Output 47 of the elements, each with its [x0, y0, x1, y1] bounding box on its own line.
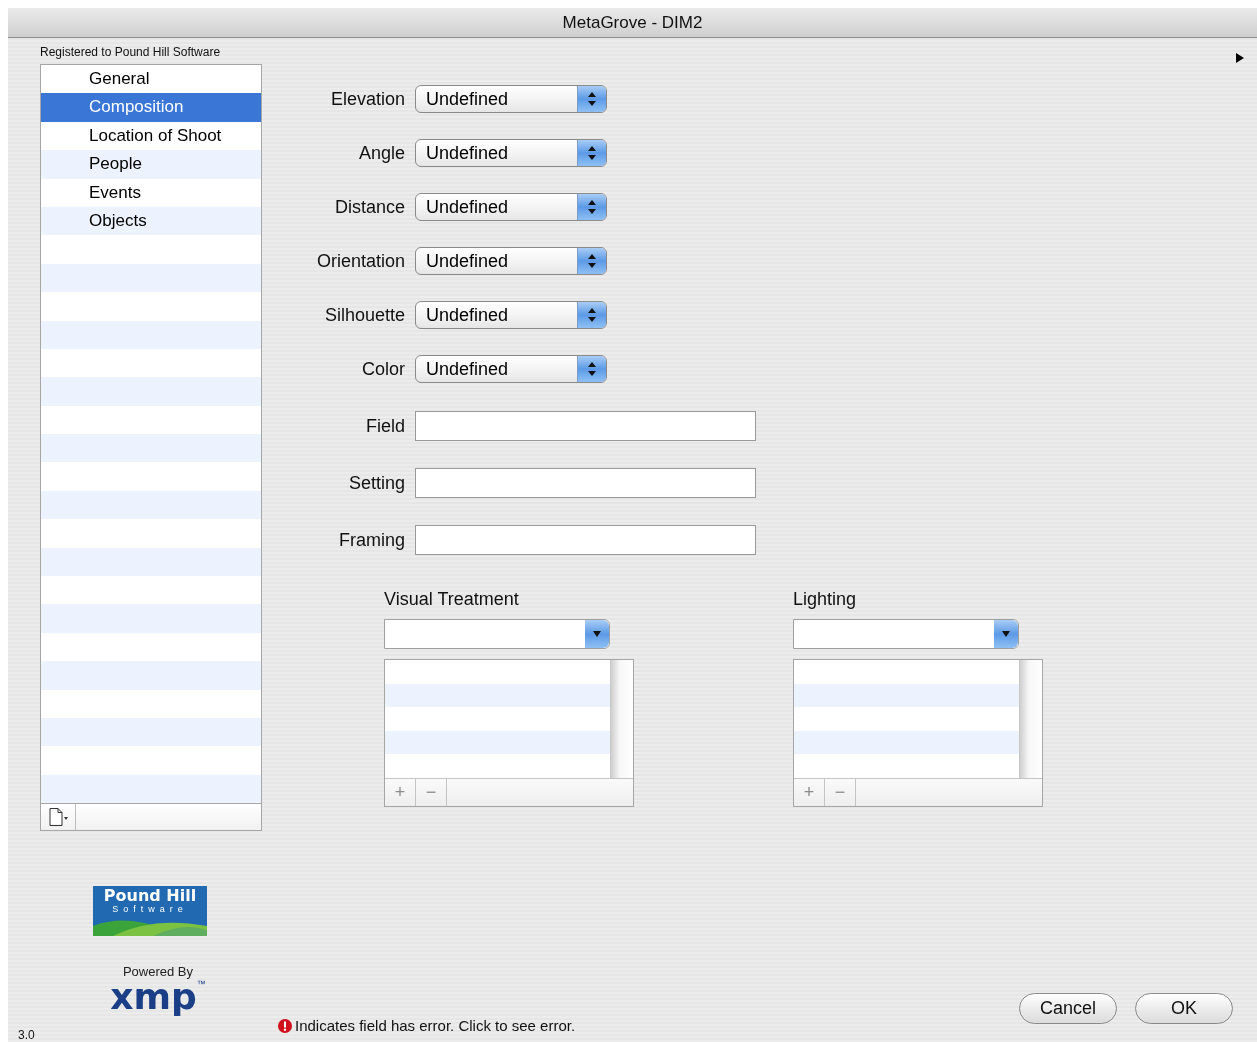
- category-item[interactable]: Composition: [41, 93, 261, 122]
- popup-menu[interactable]: Undefined: [415, 193, 607, 221]
- field-label: Angle: [357, 142, 405, 164]
- popup-menu[interactable]: Undefined: [415, 355, 607, 383]
- list-title: Visual Treatment: [384, 589, 520, 611]
- logo-name: Pound Hill: [103, 887, 197, 905]
- popup-menu[interactable]: Undefined: [415, 301, 607, 329]
- field-label: Elevation: [329, 88, 405, 110]
- category-item[interactable]: Objects: [41, 206, 261, 236]
- field-label: Silhouette: [323, 304, 405, 326]
- error-note: Indicates field has error. Click to see error.: [295, 1017, 576, 1034]
- version-text: 3.0: [18, 1028, 36, 1042]
- popup-menu[interactable]: Undefined: [415, 247, 607, 275]
- dialog-button[interactable]: Cancel: [1019, 993, 1117, 1024]
- up-down-arrows-icon: [587, 91, 597, 107]
- registration-text: Registered to Pound Hill Software: [40, 45, 222, 59]
- trademark-mark: ™: [196, 979, 206, 990]
- combo-box[interactable]: [384, 619, 610, 649]
- field-label: Distance: [333, 196, 405, 218]
- brand-logo: xmp: [110, 979, 197, 1016]
- text-field[interactable]: [415, 411, 756, 441]
- field-label: Field: [365, 415, 405, 437]
- window-title: MetaGrove - DIM2: [562, 12, 703, 33]
- field-label: Framing: [338, 529, 405, 551]
- category-item[interactable]: People: [41, 150, 261, 179]
- error-icon: [278, 1018, 292, 1033]
- up-down-arrows-icon: [587, 361, 597, 377]
- field-label: Orientation: [315, 250, 405, 272]
- up-down-arrows-icon: [587, 199, 597, 215]
- field-label: Color: [361, 358, 405, 380]
- up-down-arrows-icon: [587, 145, 597, 161]
- popup-menu[interactable]: Undefined: [415, 85, 607, 113]
- down-arrow-icon: [592, 630, 602, 638]
- text-field[interactable]: [415, 525, 756, 555]
- field-label: Setting: [347, 472, 405, 494]
- document-icon: [47, 807, 69, 828]
- logo-tagline: Software: [112, 904, 188, 915]
- down-arrow-icon: [1001, 630, 1011, 638]
- disclosure-triangle-icon[interactable]: [1235, 52, 1245, 64]
- popup-menu[interactable]: Undefined: [415, 139, 607, 167]
- dialog-button[interactable]: OK: [1135, 993, 1233, 1024]
- text-field[interactable]: [415, 468, 756, 498]
- up-down-arrows-icon: [587, 253, 597, 269]
- list-title: Lighting: [793, 589, 858, 611]
- up-down-arrows-icon: [587, 307, 597, 323]
- powered-by-caption: Powered By: [122, 964, 194, 980]
- combo-box[interactable]: [793, 619, 1019, 649]
